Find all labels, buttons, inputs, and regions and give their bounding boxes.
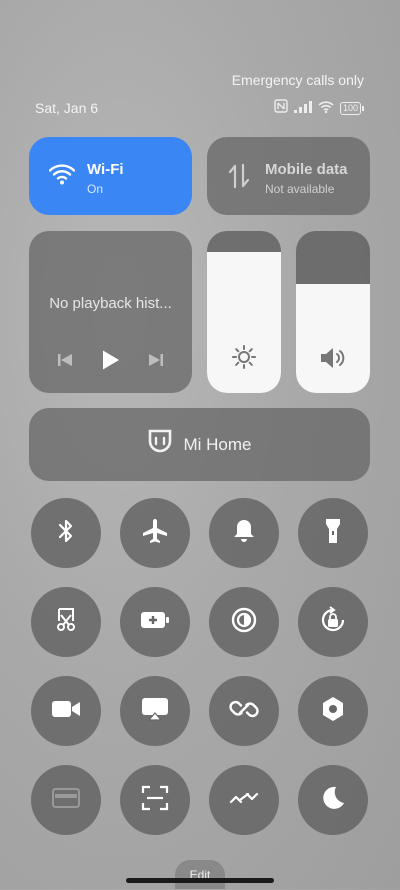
video-camera-icon [51, 699, 81, 724]
reading-mode-toggle[interactable] [209, 587, 279, 657]
next-track-icon[interactable] [148, 352, 164, 373]
mobile-data-tile[interactable]: Mobile data Not available [207, 137, 370, 215]
volume-slider[interactable] [296, 231, 370, 393]
battery-saver-icon [140, 611, 170, 634]
card-icon [52, 787, 80, 814]
wifi-tile[interactable]: Wi-Fi On [29, 137, 192, 215]
mobile-data-state: Not available [265, 182, 335, 196]
card-toggle[interactable] [31, 765, 101, 835]
flashlight-icon [324, 517, 342, 550]
airplane-toggle[interactable] [120, 498, 190, 568]
carrier-status: Emergency calls only [231, 72, 364, 88]
cast-icon [141, 697, 169, 726]
link-icon [229, 697, 259, 726]
scanner-icon [141, 785, 169, 816]
home-indicator[interactable] [126, 878, 274, 883]
brightness-slider[interactable] [207, 231, 281, 393]
scanner-toggle[interactable] [120, 765, 190, 835]
volume-fill [296, 284, 370, 393]
battery-saver-toggle[interactable] [120, 587, 190, 657]
mobile-data-icon [227, 163, 251, 194]
date-label: Sat, Jan 6 [35, 100, 99, 116]
play-icon[interactable] [100, 349, 120, 376]
wifi-label: Wi-Fi [87, 161, 124, 178]
battery-level: 100 [339, 102, 361, 115]
mi-home-label: Mi Home [183, 434, 252, 454]
mi-home-tile[interactable]: Mi Home [29, 408, 370, 481]
media-status-text: No playback hist... [49, 295, 172, 312]
bluetooth-icon [56, 518, 76, 549]
screenshot-icon [53, 607, 79, 638]
sun-icon [231, 344, 257, 375]
dark-mode-icon [320, 785, 346, 816]
system-icons: 100 [274, 99, 364, 118]
previous-track-icon[interactable] [57, 352, 73, 373]
signal-bars-icon [293, 100, 312, 118]
screen-recorder-toggle[interactable] [31, 676, 101, 746]
wifi-icon [48, 163, 76, 190]
bell-icon [232, 518, 256, 549]
speaker-icon [319, 346, 347, 375]
edit-button[interactable]: Edit [175, 860, 225, 889]
settings-hex-icon [320, 695, 346, 728]
screenshot-toggle[interactable] [31, 587, 101, 657]
nearby-share-icon [229, 789, 259, 812]
rotation-lock-toggle[interactable] [298, 587, 368, 657]
media-player-tile[interactable]: No playback hist... [29, 231, 192, 393]
airplane-icon [141, 517, 169, 550]
link-toggle[interactable] [209, 676, 279, 746]
wifi-status-icon [318, 100, 334, 118]
mi-home-icon [147, 428, 173, 461]
bluetooth-toggle[interactable] [31, 498, 101, 568]
cast-toggle[interactable] [120, 676, 190, 746]
rotation-lock-icon [319, 605, 347, 639]
ring-toggle[interactable] [209, 498, 279, 568]
nearby-share-toggle[interactable] [209, 765, 279, 835]
reading-mode-icon [230, 606, 258, 639]
dark-mode-toggle[interactable] [298, 765, 368, 835]
settings-toggle[interactable] [298, 676, 368, 746]
wifi-state: On [87, 182, 104, 196]
battery-icon: 100 [339, 102, 364, 115]
mobile-data-label: Mobile data [265, 161, 348, 178]
nfc-icon [274, 99, 288, 118]
media-controls [29, 349, 192, 376]
flashlight-toggle[interactable] [298, 498, 368, 568]
